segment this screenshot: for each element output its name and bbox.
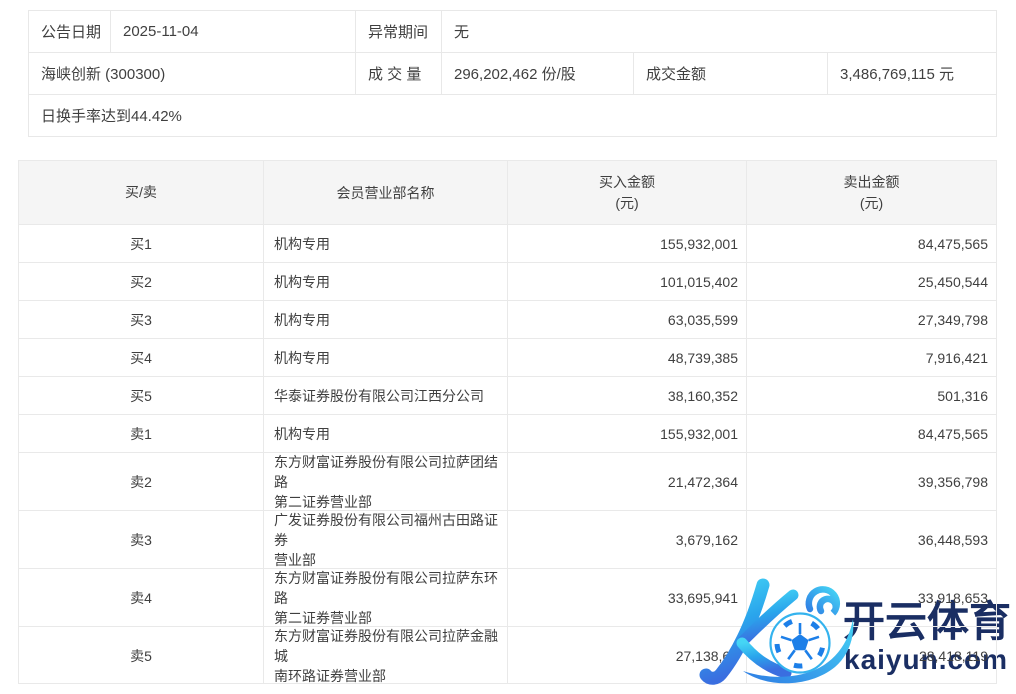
table-row: 买5 华泰证券股份有限公司江西分公司 38,160,352 501,316 xyxy=(19,377,996,415)
header-sell: 卖出金额 (元) xyxy=(747,161,996,224)
table-row: 买1 机构专用 155,932,001 84,475,565 xyxy=(19,225,996,263)
stock-name: 海峡创新 (300300) xyxy=(29,53,356,94)
table-row: 卖5 东方财富证券股份有限公司拉萨金融城 南环路证券营业部 27,138,66 … xyxy=(19,627,996,684)
announce-date-value: 2025-11-04 xyxy=(111,11,356,52)
table-row: 卖3 广发证券股份有限公司福州古田路证券 营业部 3,679,162 36,44… xyxy=(19,511,996,569)
sell-amount-cell: 7,916,421 xyxy=(747,339,996,376)
table-row: 卖2 东方财富证券股份有限公司拉萨团结路 第二证券营业部 21,472,364 … xyxy=(19,453,996,511)
buy-amount-cell: 101,015,402 xyxy=(508,263,747,300)
buy-amount-cell: 3,679,162 xyxy=(508,511,747,568)
broker-name-cell: 东方财富证券股份有限公司拉萨金融城 南环路证券营业部 xyxy=(264,627,508,684)
broker-name-cell: 东方财富证券股份有限公司拉萨东环路 第二证券营业部 xyxy=(264,569,508,626)
broker-name-cell: 机构专用 xyxy=(264,301,508,338)
sell-amount-cell: 27,349,798 xyxy=(747,301,996,338)
sell-amount-cell: 36,448,593 xyxy=(747,511,996,568)
side-cell: 卖1 xyxy=(19,415,264,452)
table-body: 买1 机构专用 155,932,001 84,475,565 买2 机构专用 1… xyxy=(19,225,996,684)
side-cell: 卖5 xyxy=(19,627,264,684)
side-cell: 买3 xyxy=(19,301,264,338)
sell-amount-cell: 84,475,565 xyxy=(747,225,996,262)
header-buy: 买入金额 (元) xyxy=(508,161,747,224)
buy-amount-cell: 63,035,599 xyxy=(508,301,747,338)
broker-name-cell: 机构专用 xyxy=(264,225,508,262)
turnover-rate-note: 日换手率达到44.42% xyxy=(29,95,996,136)
broker-name-cell: 机构专用 xyxy=(264,339,508,376)
summary-table: 公告日期 2025-11-04 异常期间 无 海峡创新 (300300) 成 交… xyxy=(28,10,997,137)
table-row: 买4 机构专用 48,739,385 7,916,421 xyxy=(19,339,996,377)
turnover-value: 3,486,769,115 元 xyxy=(828,53,996,94)
table-row: 卖4 东方财富证券股份有限公司拉萨东环路 第二证券营业部 33,695,941 … xyxy=(19,569,996,627)
buy-amount-cell: 48,739,385 xyxy=(508,339,747,376)
sell-amount-cell: 28,418,119 xyxy=(747,627,996,684)
table-row: 买2 机构专用 101,015,402 25,450,544 xyxy=(19,263,996,301)
sell-amount-cell: 25,450,544 xyxy=(747,263,996,300)
trade-rank-table: 买/卖 会员营业部名称 买入金额 (元) 卖出金额 (元) 买1 机构专用 15… xyxy=(18,160,997,684)
summary-row-stock: 海峡创新 (300300) 成 交 量 296,202,462 份/股 成交金额… xyxy=(29,53,996,95)
abnormal-period-value: 无 xyxy=(442,11,996,52)
sell-amount-cell: 84,475,565 xyxy=(747,415,996,452)
sell-amount-cell: 33,918,653 xyxy=(747,569,996,626)
buy-amount-cell: 38,160,352 xyxy=(508,377,747,414)
volume-label: 成 交 量 xyxy=(356,53,442,94)
broker-name-cell: 东方财富证券股份有限公司拉萨团结路 第二证券营业部 xyxy=(264,453,508,510)
abnormal-period-label: 异常期间 xyxy=(356,11,442,52)
broker-name-cell: 机构专用 xyxy=(264,263,508,300)
side-cell: 买4 xyxy=(19,339,264,376)
volume-value: 296,202,462 份/股 xyxy=(442,53,634,94)
side-cell: 买5 xyxy=(19,377,264,414)
announce-date-label: 公告日期 xyxy=(29,11,111,52)
summary-row-note: 日换手率达到44.42% xyxy=(29,95,996,136)
turnover-label: 成交金额 xyxy=(634,53,828,94)
side-cell: 卖2 xyxy=(19,453,264,510)
side-cell: 买2 xyxy=(19,263,264,300)
sell-amount-cell: 39,356,798 xyxy=(747,453,996,510)
buy-amount-cell: 155,932,001 xyxy=(508,225,747,262)
table-row: 买3 机构专用 63,035,599 27,349,798 xyxy=(19,301,996,339)
side-cell: 卖4 xyxy=(19,569,264,626)
buy-amount-cell: 33,695,941 xyxy=(508,569,747,626)
buy-amount-cell: 27,138,66 xyxy=(508,627,747,684)
buy-amount-cell: 155,932,001 xyxy=(508,415,747,452)
side-cell: 买1 xyxy=(19,225,264,262)
header-side: 买/卖 xyxy=(19,161,264,224)
summary-row-date: 公告日期 2025-11-04 异常期间 无 xyxy=(29,11,996,53)
broker-name-cell: 华泰证券股份有限公司江西分公司 xyxy=(264,377,508,414)
broker-name-cell: 广发证券股份有限公司福州古田路证券 营业部 xyxy=(264,511,508,568)
broker-name-cell: 机构专用 xyxy=(264,415,508,452)
header-broker: 会员营业部名称 xyxy=(264,161,508,224)
table-row: 卖1 机构专用 155,932,001 84,475,565 xyxy=(19,415,996,453)
side-cell: 卖3 xyxy=(19,511,264,568)
buy-amount-cell: 21,472,364 xyxy=(508,453,747,510)
table-header-row: 买/卖 会员营业部名称 买入金额 (元) 卖出金额 (元) xyxy=(19,161,996,225)
sell-amount-cell: 501,316 xyxy=(747,377,996,414)
